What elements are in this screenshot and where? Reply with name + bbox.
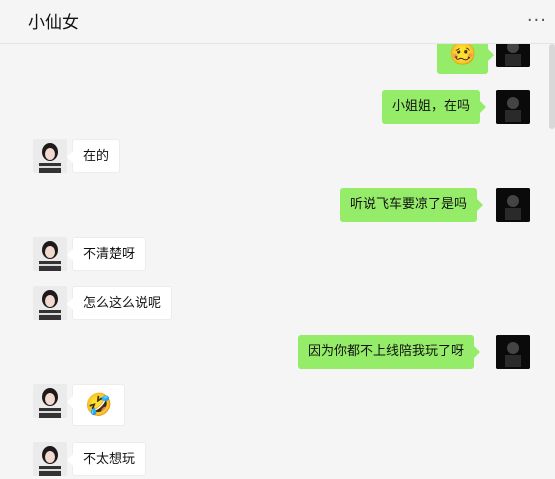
avatar-me[interactable] xyxy=(496,335,530,369)
message-text: 怎么这么说呢 xyxy=(83,296,162,311)
chat-header: 小仙女 ··· xyxy=(0,0,555,44)
avatar-her[interactable] xyxy=(33,442,67,476)
message-text: 小姐姐，在吗 xyxy=(392,99,471,114)
message-bubble[interactable]: 🤣 xyxy=(66,384,126,426)
message-text: 🥴 xyxy=(449,42,477,67)
message-text: 不太想玩 xyxy=(83,452,136,467)
message-bubble[interactable]: 小姐姐，在吗 xyxy=(382,90,487,124)
message-bubble[interactable]: 听说飞车要凉了是吗 xyxy=(340,188,484,222)
avatar-her[interactable] xyxy=(33,286,67,320)
avatar-me[interactable] xyxy=(496,188,530,222)
scrollbar[interactable] xyxy=(549,44,555,129)
avatar-me[interactable] xyxy=(496,90,530,124)
more-options-icon[interactable]: ··· xyxy=(527,10,547,31)
message-text: 因为你都不上线陪我玩了呀 xyxy=(308,344,465,359)
message-bubble[interactable]: 怎么这么说呢 xyxy=(66,286,173,320)
message-bubble[interactable]: 在的 xyxy=(66,139,121,173)
message-bubble[interactable]: 不清楚呀 xyxy=(66,237,147,271)
message-text: 在的 xyxy=(83,149,110,164)
avatar-her[interactable] xyxy=(33,139,67,173)
message-text: 🤣 xyxy=(85,393,113,418)
message-text: 不清楚呀 xyxy=(83,247,136,262)
message-bubble[interactable]: 因为你都不上线陪我玩了呀 xyxy=(298,335,481,369)
message-text: 听说飞车要凉了是吗 xyxy=(350,197,468,212)
chat-title: 小仙女 xyxy=(28,13,79,33)
avatar-her[interactable] xyxy=(33,384,67,418)
message-bubble[interactable]: 不太想玩 xyxy=(66,442,147,476)
avatar-her[interactable] xyxy=(33,237,67,271)
